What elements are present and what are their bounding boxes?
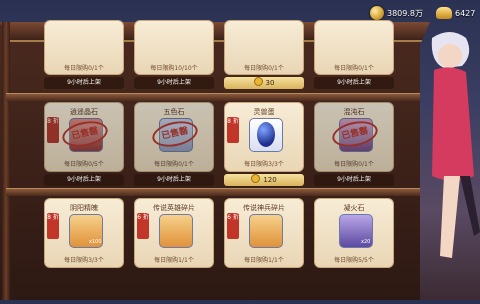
item-icon	[249, 118, 283, 152]
item-name: 五色石	[163, 108, 185, 116]
shop-item-card[interactable]: 阴阳精魄 x100 8 折 每日限购3/3个	[44, 198, 124, 268]
restock-timer: 9小时后上架	[314, 174, 394, 186]
shop-item-card[interactable]: 凝火石 x20 每日限购5/5个	[314, 198, 394, 268]
item-name: 阴阳精魄	[70, 204, 98, 212]
gold-coin-icon	[253, 77, 263, 86]
shelf-beam-2	[6, 188, 420, 196]
purchase-limit: 每日限购0/5个	[64, 161, 104, 168]
item-name: 传说神兵碎片	[243, 204, 285, 212]
ingot-currency: 6427	[436, 4, 475, 22]
restock-timer: 9小时后上架	[314, 77, 394, 89]
price-value: 30	[265, 79, 275, 87]
gold-ingot-icon	[436, 7, 452, 19]
purchase-limit: 每日限购0/1个	[64, 65, 104, 72]
purchase-limit: 每日限购1/1个	[154, 257, 194, 264]
shop-item-card[interactable]: 逍遥晶石 8 折 已售罄 每日限购0/5个	[44, 102, 124, 172]
item-quantity: x100	[89, 239, 102, 245]
discount-tag: 8 折	[47, 117, 59, 143]
item-name: 逍遥晶石	[70, 108, 98, 116]
shop-item-card[interactable]: 每日限购10/10个	[134, 20, 214, 75]
purchase-limit: 每日限购0/1个	[334, 65, 374, 72]
shop-item-card[interactable]: 每日限购0/1个	[44, 20, 124, 75]
gold-amount: 3809.8万	[387, 8, 423, 18]
purchase-limit: 每日限购5/5个	[334, 257, 374, 264]
price-value: 120	[263, 176, 277, 184]
shopkeeper-character	[404, 26, 480, 300]
price-button[interactable]: 120	[224, 174, 304, 186]
discount-tag: 8 折	[47, 213, 59, 239]
purchase-limit: 每日限购10/10个	[150, 65, 198, 72]
restock-timer: 9小时后上架	[134, 174, 214, 186]
item-icon	[159, 214, 193, 248]
restock-timer: 9小时后上架	[134, 77, 214, 89]
purchase-limit: 每日限购1/1个	[244, 257, 284, 264]
shop-item-card[interactable]: 传说英雄碎片 6 折 每日限购1/1个	[134, 198, 214, 268]
item-name: 凝火石	[343, 204, 365, 212]
purchase-limit: 每日限购3/3个	[64, 257, 104, 264]
item-quantity: x20	[361, 239, 371, 245]
shop-item-card[interactable]: 五色石 已售罄 每日限购0/1个	[134, 102, 214, 172]
restock-timer: 9小时后上架	[44, 174, 124, 186]
price-button[interactable]: 30	[224, 77, 304, 89]
purchase-limit: 每日限购3/3个	[244, 161, 284, 168]
ingot-amount: 6427	[455, 8, 476, 18]
shelf-post-left	[2, 22, 10, 300]
shop-item-card[interactable]: 混沌石 已售罄 每日限购0/1个	[314, 102, 394, 172]
item-name: 传说英雄碎片	[153, 204, 195, 212]
item-icon	[249, 214, 283, 248]
discount-tag: 8 折	[227, 117, 239, 143]
restock-timer: 9小时后上架	[44, 77, 124, 89]
item-name: 灵兽蛋	[253, 108, 275, 116]
purchase-limit: 每日限购0/1个	[154, 161, 194, 168]
beast-egg-icon	[257, 122, 275, 147]
shop-item-card[interactable]: 传说神兵碎片 6 折 每日限购1/1个	[224, 198, 304, 268]
shelf-beam-1	[6, 93, 420, 101]
gold-coin-icon	[370, 6, 384, 20]
item-name: 混沌石	[343, 108, 365, 116]
purchase-limit: 每日限购0/1个	[334, 161, 374, 168]
shop-item-card[interactable]: 每日限购0/1个	[314, 20, 394, 75]
shop-item-card[interactable]: 每日限购0/1个	[224, 20, 304, 75]
discount-tag: 6 折	[137, 213, 149, 239]
shop-item-card[interactable]: 灵兽蛋 8 折 每日限购3/3个	[224, 102, 304, 172]
discount-tag: 6 折	[227, 213, 239, 239]
gold-ingot-icon	[251, 174, 261, 183]
purchase-limit: 每日限购0/1个	[244, 65, 284, 72]
